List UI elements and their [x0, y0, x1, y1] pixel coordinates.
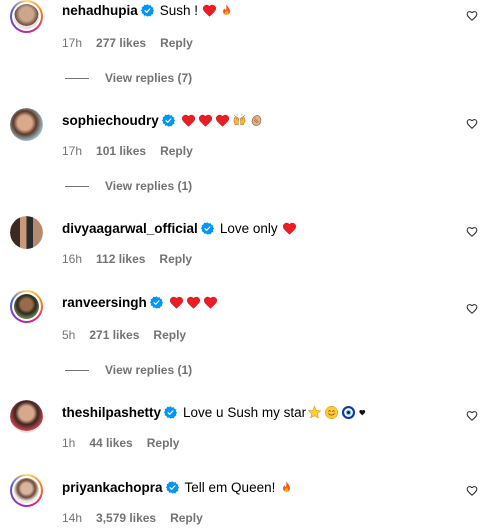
- heart-icon: [282, 221, 297, 236]
- avatar[interactable]: [10, 474, 43, 507]
- comment-time[interactable]: 17h: [62, 36, 82, 50]
- comment-likes[interactable]: 44 likes: [89, 436, 132, 450]
- comment-likes[interactable]: 277 likes: [96, 36, 146, 50]
- heart-icon: [203, 295, 218, 310]
- small-heart-icon: [358, 408, 367, 417]
- verified-badge-icon: [166, 481, 179, 494]
- view-replies-button[interactable]: View replies (1): [65, 363, 192, 377]
- view-replies-label: View replies (1): [105, 363, 193, 377]
- avatar[interactable]: [10, 216, 43, 249]
- like-heart-icon[interactable]: [466, 485, 478, 497]
- verified-badge-icon: [201, 222, 214, 235]
- heart-icon: [202, 3, 217, 18]
- reply-button[interactable]: Reply: [159, 252, 192, 266]
- avatar[interactable]: [10, 108, 43, 141]
- like-heart-icon[interactable]: [466, 118, 478, 130]
- heart-icon: [181, 113, 196, 128]
- comment-likes[interactable]: 3,579 likes: [96, 511, 156, 525]
- like-heart-icon[interactable]: [466, 303, 478, 315]
- comment-likes[interactable]: 112 likes: [96, 252, 145, 266]
- comment-text: Tell em Queen!: [184, 479, 276, 495]
- heart-icon: [198, 113, 213, 128]
- heart-icon: [215, 113, 230, 128]
- comment-username[interactable]: priyankachopra: [62, 480, 163, 495]
- view-replies-label: View replies (7): [105, 71, 193, 85]
- verified-badge-icon: [162, 114, 175, 127]
- reply-button[interactable]: Reply: [170, 511, 203, 525]
- verified-badge-icon: [150, 296, 163, 309]
- comment-username[interactable]: ranveersingh: [62, 295, 147, 310]
- like-heart-icon[interactable]: [466, 226, 478, 238]
- comment-username[interactable]: nehadhupia: [62, 3, 138, 18]
- avatar[interactable]: [10, 290, 43, 323]
- like-heart-icon[interactable]: [466, 410, 478, 422]
- heart-icon: [169, 295, 184, 310]
- verified-badge-icon: [141, 4, 154, 17]
- comment-likes[interactable]: 101 likes: [96, 144, 146, 158]
- comment-time[interactable]: 16h: [62, 252, 82, 266]
- view-replies-button[interactable]: View replies (1): [65, 179, 192, 193]
- replies-divider: [65, 77, 89, 79]
- replies-divider: [65, 369, 89, 371]
- reply-button[interactable]: Reply: [160, 144, 193, 158]
- comment-text: Sush !: [159, 2, 199, 18]
- smiling-face-icon: [324, 405, 339, 420]
- comment-likes[interactable]: 271 likes: [89, 328, 139, 342]
- comment-username[interactable]: sophiechoudry: [62, 113, 159, 128]
- fire-icon: [279, 480, 294, 495]
- comment-time[interactable]: 1h: [62, 436, 75, 450]
- comment-text: Love only: [219, 220, 278, 236]
- avatar[interactable]: [10, 0, 43, 33]
- view-replies-button[interactable]: View replies (7): [65, 71, 192, 85]
- comment-username[interactable]: theshilpashetty: [62, 405, 161, 420]
- reply-button[interactable]: Reply: [160, 36, 193, 50]
- view-replies-label: View replies (1): [105, 179, 193, 193]
- star-icon: [307, 405, 322, 420]
- verified-badge-icon: [164, 406, 177, 419]
- comment-time[interactable]: 14h: [62, 511, 82, 525]
- comment-time[interactable]: 17h: [62, 144, 82, 158]
- heart-icon: [186, 295, 201, 310]
- reply-button[interactable]: Reply: [153, 328, 186, 342]
- replies-divider: [65, 185, 89, 187]
- fire-icon: [219, 3, 234, 18]
- comment-text: Love u Sush my star: [183, 404, 307, 420]
- comment-time[interactable]: 5h: [62, 328, 75, 342]
- raised-hands-icon: [232, 113, 247, 128]
- like-heart-icon[interactable]: [466, 10, 478, 22]
- reply-button[interactable]: Reply: [147, 436, 180, 450]
- avatar[interactable]: [10, 400, 43, 433]
- evil-eye-icon: [341, 405, 356, 420]
- comment-username[interactable]: divyaagarwal_official: [62, 221, 198, 236]
- clap-icon: [249, 113, 264, 128]
